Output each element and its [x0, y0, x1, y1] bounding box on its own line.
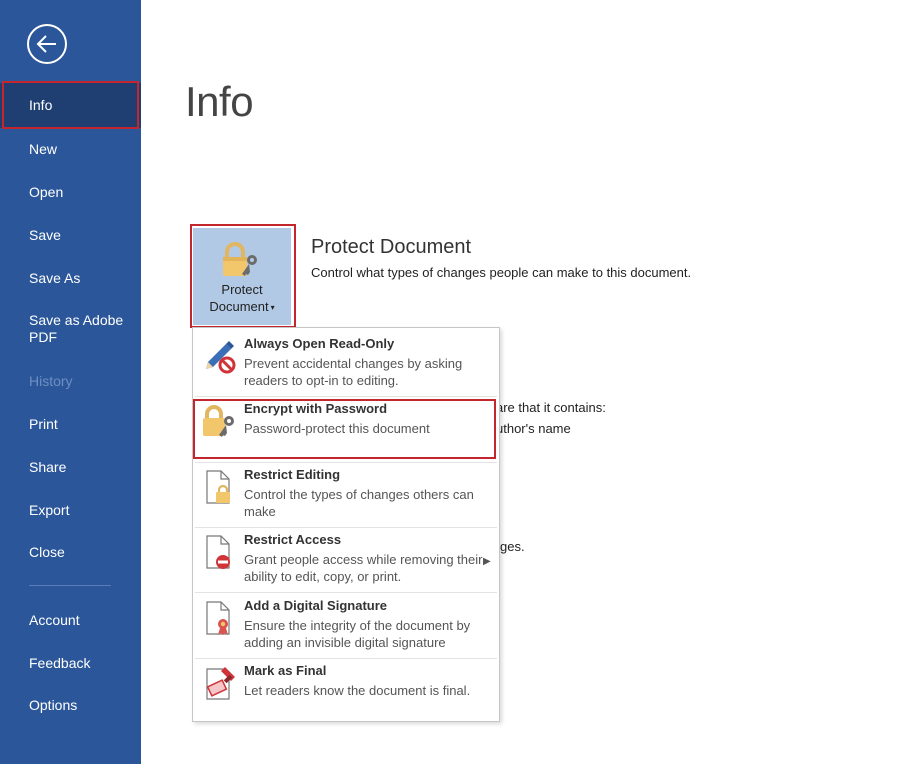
- protect-button-label-line1: Protect: [221, 282, 263, 297]
- menu-item-title: Always Open Read-Only: [244, 336, 395, 351]
- menu-item-title: Restrict Editing: [244, 467, 341, 482]
- menu-item-title: Restrict Access: [244, 532, 342, 547]
- nav-save[interactable]: Save: [0, 227, 141, 244]
- menu-item-description: Prevent accidental changes by asking rea…: [244, 356, 463, 388]
- menu-item-restrict-access[interactable]: Restrict Access Grant people access whil…: [193, 530, 499, 590]
- author-text-partial: uthor's name: [496, 421, 571, 436]
- menu-divider: [195, 527, 497, 528]
- menu-item-description: Let readers know the document is final.: [244, 683, 471, 698]
- nav-save-as-label: Save As: [29, 270, 81, 286]
- nav-info-label: Info: [29, 97, 53, 113]
- nav-feedback[interactable]: Feedback: [0, 655, 141, 672]
- dropdown-arrow-icon: ▾: [270, 303, 275, 313]
- page-title: Info: [185, 78, 254, 125]
- menu-divider: [195, 462, 497, 463]
- document-restrict-icon: [206, 535, 230, 569]
- nav-open-label: Open: [29, 184, 64, 200]
- nav-feedback-label: Feedback: [29, 655, 91, 671]
- nav-history: History: [0, 373, 141, 390]
- menu-divider: [195, 396, 497, 397]
- nav-divider: [29, 585, 111, 586]
- nav-export[interactable]: Export: [0, 502, 141, 519]
- menu-divider: [195, 658, 497, 659]
- protect-document-button[interactable]: Protect Document ▾: [193, 228, 291, 325]
- nav-export-label: Export: [29, 502, 70, 518]
- nav-save-as[interactable]: Save As: [0, 270, 141, 287]
- inspect-text-partial: are that it contains:: [496, 400, 606, 415]
- nav-share[interactable]: Share: [0, 459, 141, 476]
- nav-print-label: Print: [29, 416, 58, 432]
- nav-save-as-adobe-pdf[interactable]: Save as Adobe PDF: [0, 312, 141, 346]
- menu-divider: [195, 592, 497, 593]
- document-ribbon-icon: [206, 601, 230, 635]
- protect-button-label-line2: Document ▾: [209, 299, 275, 314]
- stamp-document-icon: [206, 667, 235, 700]
- menu-item-description: Ensure the integrity of the document by …: [244, 618, 471, 650]
- document-lock-icon: [206, 470, 230, 504]
- nav-print[interactable]: Print: [0, 416, 141, 433]
- nav-share-label: Share: [29, 459, 67, 475]
- menu-item-add-digital-signature[interactable]: Add a Digital Signature Ensure the integ…: [193, 596, 499, 656]
- nav-new-label: New: [29, 141, 58, 157]
- menu-item-title: Mark as Final: [244, 663, 327, 678]
- nav-options-label: Options: [29, 697, 78, 713]
- nav-info[interactable]: Info: [0, 83, 141, 128]
- menu-item-title: Encrypt with Password: [244, 401, 388, 416]
- nav-close[interactable]: Close: [0, 544, 141, 561]
- menu-item-mark-as-final[interactable]: Mark as Final Let readers know the docum…: [193, 661, 499, 721]
- nav-history-label: History: [29, 373, 73, 389]
- pencil-no-icon: [206, 341, 236, 374]
- menu-item-always-open-read-only[interactable]: Always Open Read-Only Prevent accidental…: [193, 334, 499, 394]
- nav-account-label: Account: [29, 612, 80, 628]
- menu-item-encrypt-with-password[interactable]: Encrypt with Password Password-protect t…: [193, 399, 499, 457]
- submenu-arrow-icon: ▶: [483, 556, 491, 567]
- nav-open[interactable]: Open: [0, 184, 141, 201]
- menu-item-description: Password-protect this document: [244, 421, 430, 436]
- nav-new[interactable]: New: [0, 141, 141, 158]
- menu-item-restrict-editing[interactable]: Restrict Editing Control the types of ch…: [193, 465, 499, 525]
- menu-item-title: Add a Digital Signature: [244, 598, 388, 613]
- nav-close-label: Close: [29, 544, 65, 560]
- menu-item-description: Grant people access while removing their…: [244, 552, 483, 584]
- back-arrow-icon: [36, 35, 56, 53]
- protect-document-description: Control what types of changes people can…: [311, 265, 692, 280]
- lock-key-icon: [223, 242, 257, 276]
- back-button[interactable]: [27, 24, 67, 64]
- menu-item-description: Control the types of changes others can …: [244, 487, 474, 519]
- nav-options[interactable]: Options: [0, 697, 141, 714]
- protect-document-menu: Always Open Read-Only Prevent accidental…: [192, 327, 500, 722]
- versions-text-partial: ges.: [500, 539, 525, 554]
- lock-key-icon: [203, 405, 234, 437]
- nav-save-as-adobe-pdf-label: Save as Adobe PDF: [29, 312, 124, 345]
- nav-account[interactable]: Account: [0, 612, 141, 629]
- nav-save-label: Save: [29, 227, 61, 243]
- protect-document-title: Protect Document: [311, 236, 472, 258]
- backstage-sidebar: Info New Open Save Save As Save as Adobe…: [0, 0, 141, 764]
